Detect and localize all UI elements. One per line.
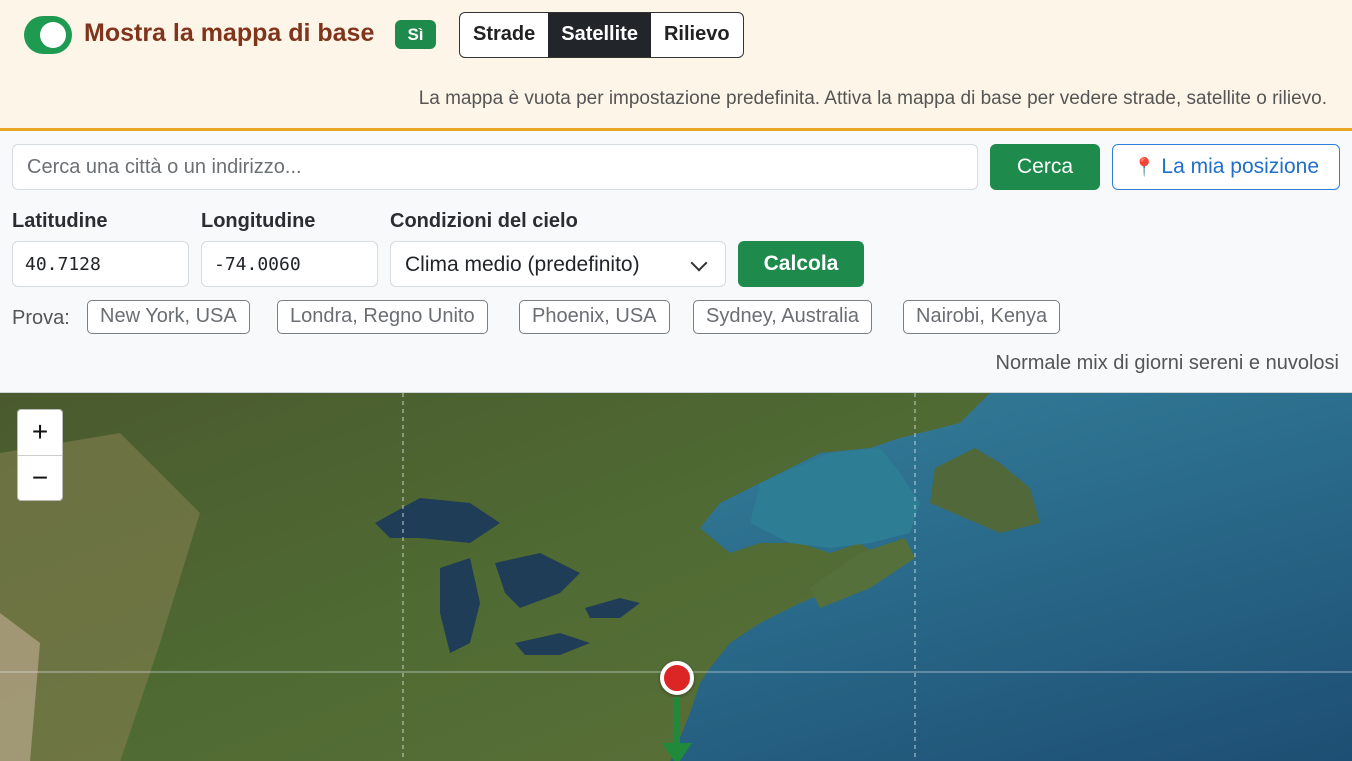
toggle-knob: [40, 22, 66, 48]
sky-conditions-value: Clima medio (predefinito): [405, 253, 640, 276]
search-button[interactable]: Cerca: [990, 144, 1100, 190]
longitude-label: Longitudine: [201, 210, 316, 232]
direction-arrow-shaft: [673, 697, 680, 747]
latitude-label: Latitudine: [12, 210, 108, 232]
sky-conditions-label: Condizioni del cielo: [390, 210, 578, 232]
preset-new-york[interactable]: New York, USA: [87, 300, 250, 334]
search-input[interactable]: [12, 144, 978, 190]
map-type-selector: Strade Satellite Rilievo: [459, 12, 744, 58]
basemap-note: La mappa è vuota per impostazione predef…: [418, 88, 1327, 109]
direction-arrow-icon: [662, 743, 692, 761]
status-badge: Sì: [395, 20, 436, 49]
zoom-in-button[interactable]: +: [18, 410, 62, 455]
my-location-button[interactable]: 📍 La mia posizione: [1112, 144, 1340, 190]
sky-description: Normale mix di giorni sereni e nuvolosi: [995, 352, 1339, 374]
calculate-button[interactable]: Calcola: [738, 241, 864, 287]
pin-icon: 📍: [1132, 157, 1156, 177]
sky-conditions-select[interactable]: Clima medio (predefinito): [390, 241, 726, 287]
presets-label: Prova:: [12, 307, 70, 329]
preset-phoenix[interactable]: Phoenix, USA: [519, 300, 670, 334]
map-type-strade[interactable]: Strade: [460, 13, 548, 57]
preset-sydney[interactable]: Sydney, Australia: [693, 300, 873, 334]
latitude-field[interactable]: 40.7128: [12, 241, 189, 287]
longitude-field[interactable]: -74.0060: [201, 241, 378, 287]
preset-londra[interactable]: Londra, Regno Unito: [277, 300, 488, 334]
basemap-toggle[interactable]: [24, 16, 72, 54]
basemap-title: Mostra la mappa di base: [84, 19, 375, 47]
zoom-control: + −: [17, 409, 63, 501]
my-location-label: La mia posizione: [1161, 155, 1319, 178]
map-type-rilievo[interactable]: Rilievo: [651, 13, 743, 57]
zoom-out-button[interactable]: −: [18, 455, 62, 500]
chevron-down-icon: [690, 254, 708, 272]
location-marker[interactable]: [660, 661, 694, 695]
map-type-satellite[interactable]: Satellite: [548, 13, 651, 57]
preset-nairobi[interactable]: Nairobi, Kenya: [903, 300, 1061, 334]
basemap-banner: Mostra la mappa di base Sì Strade Satell…: [0, 0, 1352, 131]
